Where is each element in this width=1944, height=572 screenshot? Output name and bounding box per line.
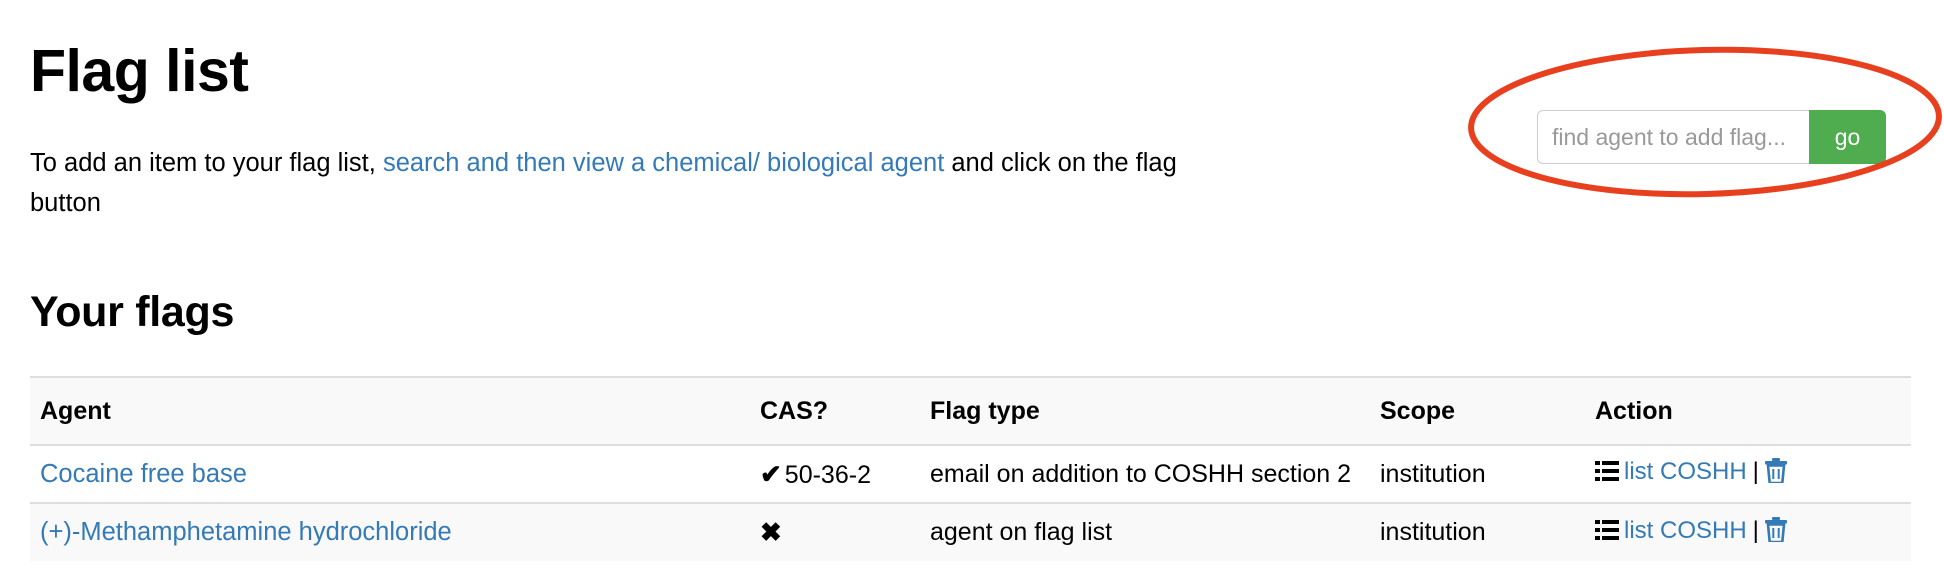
list-coshh-link[interactable]: list COSHH (1624, 517, 1747, 544)
intro-prefix: To add an item to your flag list, (30, 148, 383, 177)
agent-link[interactable]: Cocaine free base (40, 460, 247, 488)
column-header-action: Action (1585, 376, 1911, 446)
column-header-cas: CAS? (750, 376, 920, 446)
list-icon[interactable] (1595, 460, 1619, 489)
cross-icon: ✖ (760, 517, 782, 547)
search-input[interactable] (1537, 110, 1809, 164)
check-icon: ✔ (760, 458, 782, 489)
column-header-flag-type: Flag type (920, 376, 1370, 446)
cell-action: list COSHH | (1585, 502, 1911, 561)
cell-flag-type: agent on flag list (920, 502, 1370, 561)
cell-action: list COSHH | (1585, 444, 1911, 503)
column-header-scope: Scope (1370, 376, 1585, 446)
action-separator: | (1752, 516, 1759, 544)
flag-list-page: Flag list To add an item to your flag li… (0, 0, 1944, 572)
cell-scope: institution (1370, 444, 1585, 503)
go-button[interactable]: go (1809, 110, 1886, 164)
table-body: Cocaine free base ✔ 50-36-2 email on addi… (30, 444, 1911, 561)
agent-link[interactable]: (+)-Methamphetamine hydrochloride (40, 518, 452, 546)
cell-scope: institution (1370, 502, 1585, 561)
cell-cas: ✖ (750, 502, 920, 561)
page-title: Flag list (30, 37, 249, 104)
list-coshh-link[interactable]: list COSHH (1624, 458, 1747, 485)
cas-number: 50-36-2 (784, 460, 871, 489)
table-header: Agent CAS? Flag type Scope Action (30, 376, 1911, 446)
intro-text: To add an item to your flag list, search… (30, 143, 1230, 223)
table-row: Cocaine free base ✔ 50-36-2 email on addi… (30, 444, 1911, 503)
agent-search-form: go (1537, 110, 1886, 164)
column-header-agent: Agent (30, 376, 750, 446)
trash-icon[interactable] (1764, 516, 1787, 549)
action-separator: | (1752, 458, 1759, 485)
trash-icon[interactable] (1764, 458, 1787, 490)
section-title-your-flags: Your flags (30, 287, 235, 336)
table-header-row: Agent CAS? Flag type Scope Action (30, 376, 1911, 446)
table-row: (+)-Methamphetamine hydrochloride ✖ agen… (30, 502, 1911, 561)
cell-cas: ✔ 50-36-2 (750, 444, 920, 503)
search-agent-link[interactable]: search and then view a chemical/ biologi… (383, 149, 944, 177)
cell-agent: Cocaine free base (30, 444, 750, 503)
cell-flag-type: email on addition to COSHH section 2 (920, 444, 1370, 503)
list-icon[interactable] (1595, 519, 1619, 548)
flags-table: Agent CAS? Flag type Scope Action Cocain… (30, 376, 1911, 561)
cell-agent: (+)-Methamphetamine hydrochloride (30, 502, 750, 561)
